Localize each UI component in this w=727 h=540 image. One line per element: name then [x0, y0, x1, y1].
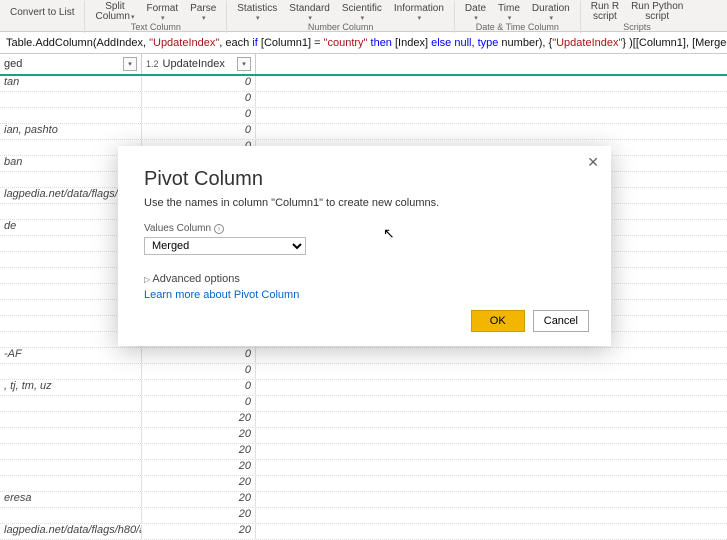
- table-row[interactable]: 20: [0, 412, 727, 428]
- table-row[interactable]: 0: [0, 396, 727, 412]
- table-row[interactable]: tan0: [0, 76, 727, 92]
- table-row[interactable]: 20: [0, 476, 727, 492]
- ribbon-group-number: Number Column: [308, 23, 374, 32]
- table-row[interactable]: 0: [0, 364, 727, 380]
- table-row[interactable]: eresa20: [0, 492, 727, 508]
- table-row[interactable]: lagpedia.net/data/flags/h80/al.png20: [0, 524, 727, 540]
- learn-more-link[interactable]: Learn more about Pivot Column: [144, 289, 585, 301]
- advanced-options-toggle[interactable]: Advanced options: [144, 273, 585, 285]
- ribbon-group-datetime: Date & Time Column: [476, 23, 559, 32]
- cell-updateindex: 0: [142, 76, 256, 91]
- date-button[interactable]: Date▾: [459, 0, 492, 24]
- table-row[interactable]: 0: [0, 108, 727, 124]
- table-row[interactable]: 20: [0, 444, 727, 460]
- table-row[interactable]: 20: [0, 428, 727, 444]
- close-button[interactable]: ✕: [587, 154, 599, 171]
- cell-merged: [0, 428, 142, 443]
- column-header-merged[interactable]: ged ▾: [0, 54, 142, 74]
- cell-merged: , tj, tm, uz: [0, 380, 142, 395]
- column-filter-icon[interactable]: ▾: [123, 57, 137, 71]
- cell-updateindex: 20: [142, 444, 256, 459]
- values-column-label: Values Columni: [144, 223, 585, 234]
- cell-updateindex: 20: [142, 460, 256, 475]
- cell-merged: ian, pashto: [0, 124, 142, 139]
- chevron-down-icon: ▾: [131, 14, 135, 21]
- table-row[interactable]: ian, pashto0: [0, 124, 727, 140]
- information-button[interactable]: Information▾: [388, 0, 450, 24]
- cell-updateindex: 20: [142, 508, 256, 523]
- convert-to-list-button[interactable]: Convert to List: [4, 0, 80, 24]
- cell-updateindex: 0: [142, 348, 256, 363]
- cell-updateindex: 0: [142, 124, 256, 139]
- scientific-button[interactable]: Scientific▾: [336, 0, 388, 24]
- run-python-button[interactable]: Run Pythonscript: [625, 0, 689, 24]
- cell-updateindex: 20: [142, 524, 256, 539]
- table-row[interactable]: 0: [0, 92, 727, 108]
- run-r-button[interactable]: Run Rscript: [585, 0, 625, 24]
- cell-updateindex: 0: [142, 380, 256, 395]
- chevron-down-icon: ▾: [161, 14, 165, 22]
- cell-updateindex: 0: [142, 92, 256, 107]
- cell-merged: [0, 364, 142, 379]
- table-row[interactable]: -AF0: [0, 348, 727, 364]
- format-button[interactable]: Format▾: [140, 0, 184, 24]
- cell-updateindex: 0: [142, 396, 256, 411]
- standard-button[interactable]: Standard▾: [283, 0, 336, 24]
- cell-merged: [0, 108, 142, 123]
- cell-merged: [0, 444, 142, 459]
- ok-button[interactable]: OK: [471, 310, 525, 332]
- cell-merged: [0, 92, 142, 107]
- cell-merged: [0, 476, 142, 491]
- statistics-button[interactable]: Statistics▾: [231, 0, 283, 24]
- cell-merged: [0, 460, 142, 475]
- cancel-button[interactable]: Cancel: [533, 310, 589, 332]
- table-row[interactable]: , tj, tm, uz0: [0, 380, 727, 396]
- cell-updateindex: 20: [142, 476, 256, 491]
- cell-merged: lagpedia.net/data/flags/h80/al.png: [0, 524, 142, 539]
- table-row[interactable]: 20: [0, 508, 727, 524]
- dialog-subtitle: Use the names in column "Column1" to cre…: [144, 197, 585, 209]
- cell-merged: [0, 412, 142, 427]
- info-icon[interactable]: i: [214, 224, 224, 234]
- parse-button[interactable]: Parse▾: [184, 0, 222, 24]
- duration-button[interactable]: Duration▾: [526, 0, 576, 24]
- decimal-type-icon: 1.2: [146, 59, 159, 69]
- chevron-down-icon: ▾: [202, 14, 206, 22]
- split-column-button[interactable]: Split Column▾: [89, 0, 140, 24]
- cell-updateindex: 20: [142, 428, 256, 443]
- ribbon-group-scripts: Scripts: [623, 23, 651, 32]
- values-column-select[interactable]: Merged: [144, 237, 306, 255]
- formula-bar[interactable]: Table.AddColumn(AddIndex, "UpdateIndex",…: [0, 32, 727, 54]
- cell-merged: tan: [0, 76, 142, 91]
- time-button[interactable]: Time▾: [492, 0, 526, 24]
- dialog-title: Pivot Column: [144, 168, 585, 191]
- ribbon: Convert to List Split Column▾ Format▾ Pa…: [0, 0, 727, 32]
- table-row[interactable]: 20: [0, 460, 727, 476]
- cell-updateindex: 20: [142, 412, 256, 427]
- column-header-updateindex[interactable]: 1.2UpdateIndex ▾: [142, 54, 256, 74]
- cell-merged: [0, 508, 142, 523]
- cell-updateindex: 0: [142, 364, 256, 379]
- column-filter-icon[interactable]: ▾: [237, 57, 251, 71]
- cell-merged: [0, 396, 142, 411]
- cell-updateindex: 0: [142, 108, 256, 123]
- cell-merged: -AF: [0, 348, 142, 363]
- pivot-column-dialog: ✕ Pivot Column Use the names in column "…: [118, 146, 611, 346]
- ribbon-group-text: Text Column: [131, 23, 181, 32]
